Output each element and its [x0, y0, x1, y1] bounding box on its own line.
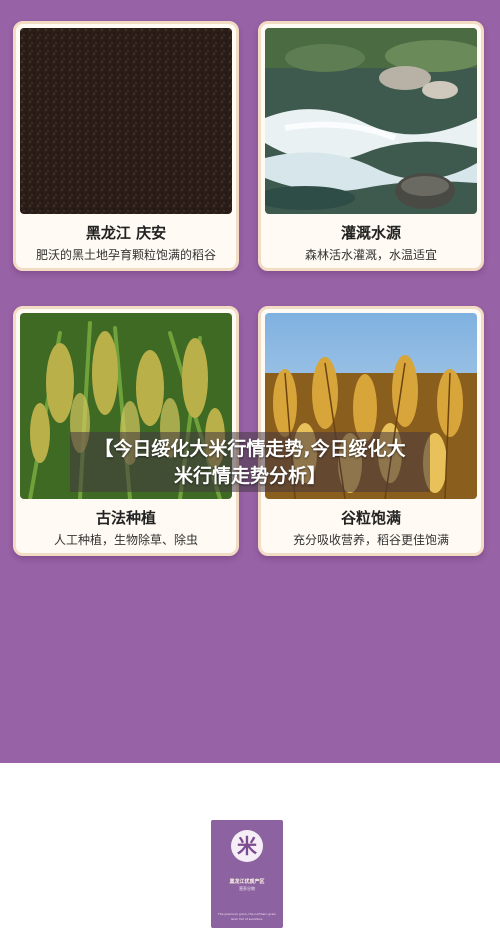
headline-overlay[interactable]: 【今日绥化大米行情走势,今日绥化大 米行情走势分析】: [70, 436, 430, 490]
card-title: 灌溉水源: [340, 224, 401, 242]
card-description: 肥沃的黑土地孕育颗粒饱满的稻谷: [35, 248, 216, 262]
card-full-grains: 谷粒饱满 充分吸收营养，稻谷更佳饱满: [258, 306, 484, 556]
river-water-photo: [265, 28, 477, 214]
card-description: 人工种植，生物除草、除虫: [53, 533, 198, 547]
card-black-soil: 黑龙江 庆安 肥沃的黑土地孕育颗粒饱满的稻谷: [13, 21, 239, 271]
card-description: 森林活水灌溉，水温适宜: [304, 248, 437, 262]
card-title: 古法种植: [95, 509, 156, 527]
black-soil-photo: [20, 28, 232, 214]
thumbnail-fine-print: The premium grain, the northern grain la…: [217, 912, 277, 921]
thumbnail-subtitle: 营养谷物: [239, 886, 255, 891]
headline-line-2: 米行情走势分析】: [173, 465, 326, 487]
card-irrigation-water: 灌溉水源 森林活水灌溉，水温适宜: [258, 21, 484, 271]
card-traditional-planting: 古法种植 人工种植，生物除草、除虫: [13, 306, 239, 556]
rice-logo-icon: 米: [231, 830, 263, 862]
product-thumbnail[interactable]: 米 黑龙江优质产区 营养谷物 The premium grain, the no…: [211, 820, 283, 928]
card-title: 黑龙江 庆安: [85, 224, 167, 242]
card-description: 充分吸收营养，稻谷更佳饱满: [292, 533, 449, 547]
card-title: 谷粒饱满: [340, 509, 401, 527]
thumbnail-title: 黑龙江优质产区: [229, 879, 265, 885]
headline-line-1: 【今日绥化大米行情走势,今日绥化大: [94, 438, 406, 460]
